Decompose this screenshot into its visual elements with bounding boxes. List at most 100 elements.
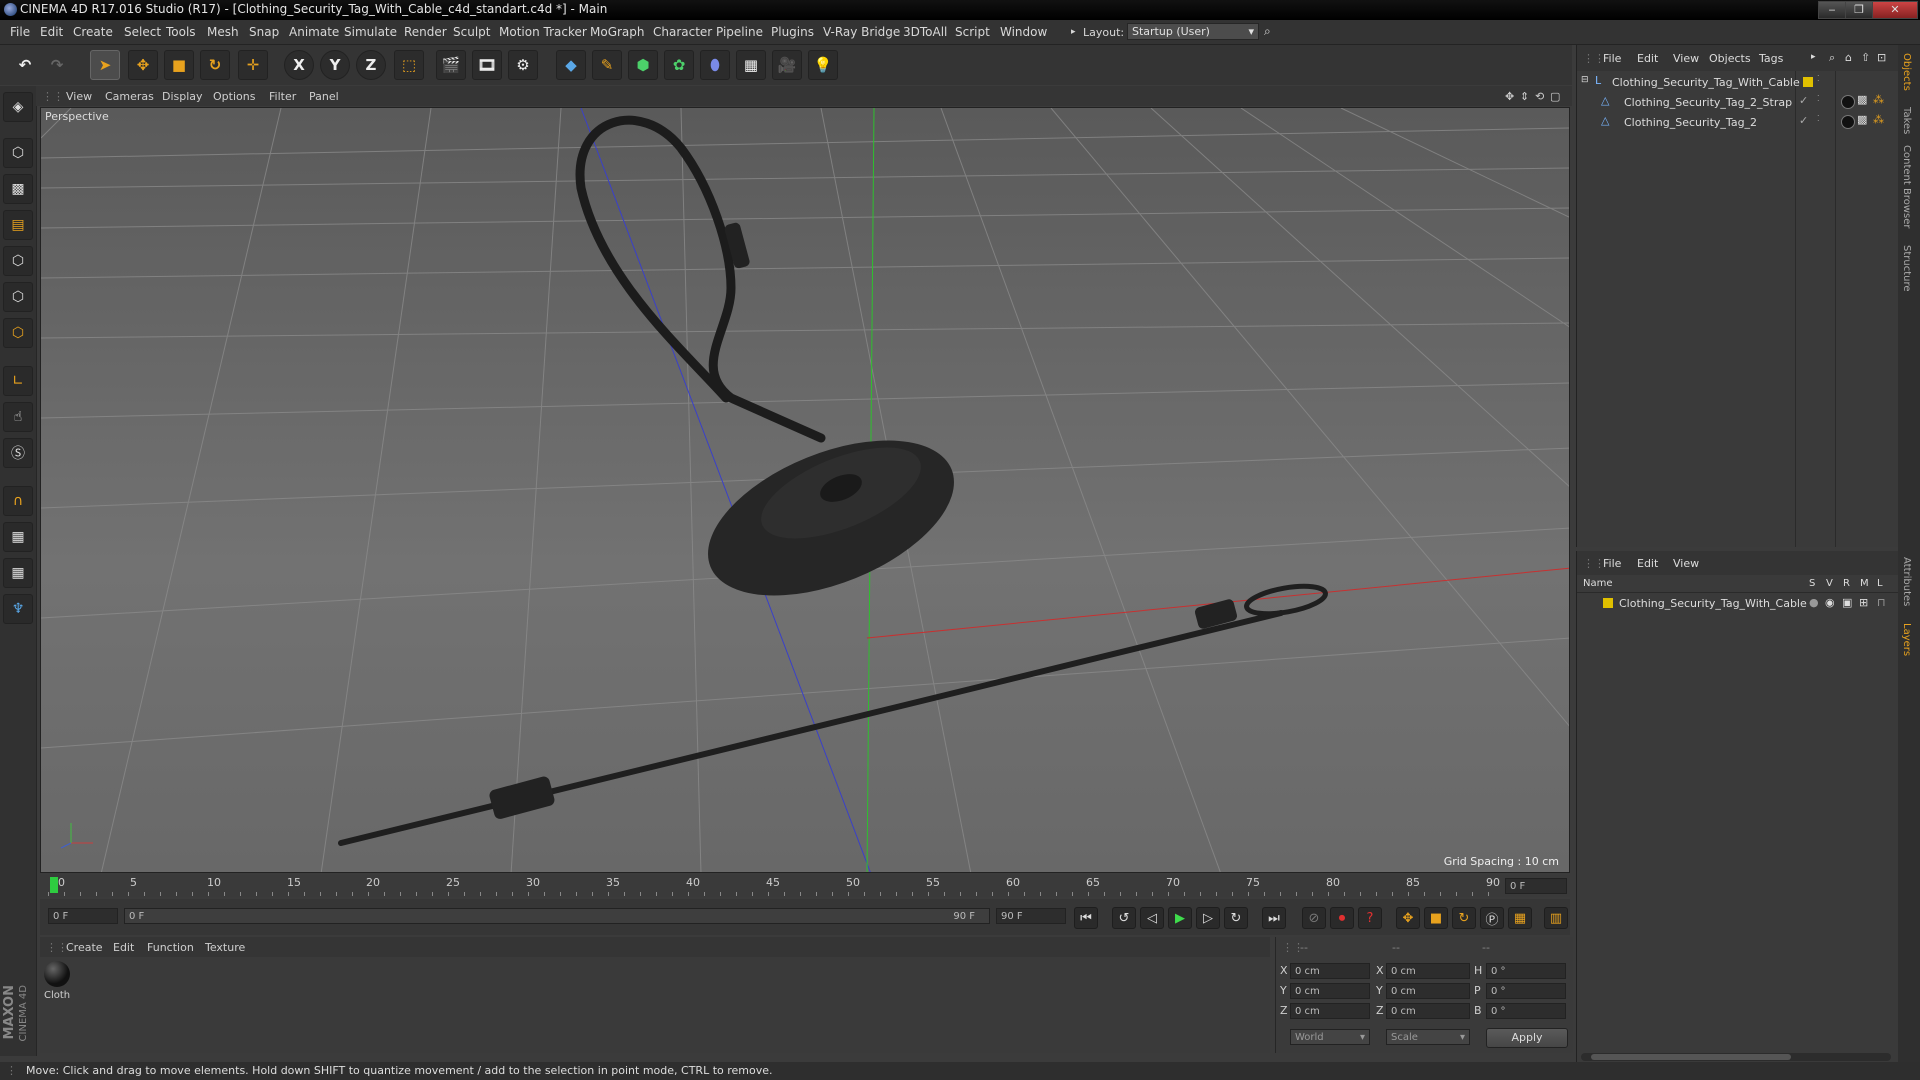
camera-icon[interactable]: 🎥 [772, 50, 802, 80]
move-tool-icon[interactable]: ✥ [128, 50, 158, 80]
layer-color-swatch[interactable] [1603, 598, 1613, 608]
maximize-view-icon[interactable]: ▢ [1550, 90, 1560, 103]
pan-view-icon[interactable]: ✥ [1505, 90, 1514, 103]
phong-tag-icon[interactable]: ⁂ [1873, 113, 1884, 126]
render-icon[interactable]: ▣ [1842, 596, 1852, 609]
coordinate-system-icon[interactable]: ⬚ [394, 50, 424, 80]
object-menu-objects[interactable]: Objects [1709, 52, 1751, 65]
rotation-p-field[interactable]: 0 ° [1486, 983, 1566, 999]
key-pla-icon[interactable]: ▦ [1508, 907, 1532, 929]
rotation-h-field[interactable]: 0 ° [1486, 963, 1566, 979]
menu-plugins[interactable]: Plugins [771, 25, 814, 39]
floor-scene-icon[interactable]: ▦ [736, 50, 766, 80]
layer-menu-edit[interactable]: Edit [1637, 557, 1658, 570]
viewport-menu-display[interactable]: Display [162, 90, 203, 103]
key-scale-icon[interactable]: ■ [1424, 907, 1448, 929]
object-menu-view[interactable]: View [1673, 52, 1699, 65]
play-icon[interactable]: ▶ [1168, 907, 1192, 929]
object-row[interactable]: ⊟ Ⅼ Clothing_Security_Tag_With_Cable ⁚ [1577, 73, 1899, 91]
material-menu-function[interactable]: Function [147, 941, 194, 954]
horizontal-scrollbar[interactable] [1581, 1053, 1891, 1061]
new-window-icon[interactable]: ⊡ [1877, 51, 1886, 64]
viewport-menu-options[interactable]: Options [213, 90, 255, 103]
go-to-end-icon[interactable]: ⏭ [1262, 907, 1286, 929]
object-menu-tags[interactable]: Tags [1759, 52, 1783, 65]
previous-frame-icon[interactable]: ◁ [1140, 907, 1164, 929]
collapse-icon[interactable]: ⊟ [1581, 75, 1589, 85]
key-rotation-icon[interactable]: ↻ [1452, 907, 1476, 929]
layer-menu-view[interactable]: View [1673, 557, 1699, 570]
viewport-menu-filter[interactable]: Filter [269, 90, 296, 103]
go-to-start-icon[interactable]: ⏮ [1074, 907, 1098, 929]
maximize-button[interactable]: ❐ [1845, 1, 1873, 19]
column-solo-header[interactable]: S [1809, 578, 1815, 589]
menu-overflow-arrow-icon[interactable]: ▸ [1811, 52, 1816, 62]
texture-mode-icon[interactable]: ▩ [3, 174, 33, 204]
snap-icon[interactable]: Ⓢ [3, 438, 33, 468]
material-menu-create[interactable]: Create [66, 941, 103, 954]
redo-icon[interactable]: ↷ [42, 50, 72, 80]
material-tag-icon[interactable] [1841, 95, 1855, 109]
size-z-field[interactable]: 0 cm [1386, 1003, 1470, 1019]
visibility-dots-icon[interactable]: ⁚ [1817, 74, 1820, 83]
x-axis-lock-button[interactable]: X [284, 50, 314, 80]
menu-mesh[interactable]: Mesh [207, 25, 239, 39]
subdivision-surface-icon[interactable]: ⬢ [628, 50, 658, 80]
playhead-marker[interactable] [50, 877, 58, 893]
layout-select[interactable]: Startup (User) ▾ [1127, 23, 1259, 40]
manager-icon[interactable]: ⊞ [1859, 596, 1868, 609]
menu-tools[interactable]: Tools [166, 25, 196, 39]
model-mode-icon[interactable]: ⬡ [3, 138, 33, 168]
menu-script[interactable]: Script [955, 25, 990, 39]
render-settings-icon[interactable]: ⚙ [508, 50, 538, 80]
menu-create[interactable]: Create [73, 25, 113, 39]
menu-select[interactable]: Select [124, 25, 161, 39]
menu-mograph[interactable]: MoGraph [590, 25, 645, 39]
magnet-icon[interactable]: ∩ [3, 486, 33, 516]
view-eye-icon[interactable]: ◉ [1825, 596, 1835, 609]
perspective-viewport[interactable]: Perspective Grid Spacing : 10 cm [40, 107, 1570, 873]
tab-takes[interactable]: Takes [1901, 107, 1912, 134]
tweak-mode-icon[interactable]: ☝ [3, 402, 33, 432]
polygons-mode-icon[interactable]: ⬡ [3, 318, 33, 348]
menu-file[interactable]: File [10, 25, 30, 39]
python-icon[interactable]: ♆ [3, 594, 33, 624]
menu-simulate[interactable]: Simulate [344, 25, 397, 39]
workplane-icon[interactable]: ▤ [3, 210, 33, 240]
key-parameter-icon[interactable]: Ⓟ [1480, 907, 1504, 929]
menu-edit[interactable]: Edit [40, 25, 63, 39]
object-menu-file[interactable]: File [1603, 52, 1621, 65]
phong-tag-icon[interactable]: ⁂ [1873, 93, 1884, 106]
menu-animate[interactable]: Animate [289, 25, 339, 39]
timeline-window-icon[interactable]: ▥ [1544, 907, 1568, 929]
layer-menu-file[interactable]: File [1603, 557, 1621, 570]
menu-3dtoall[interactable]: 3DToAll [903, 25, 947, 39]
menu-motion-tracker[interactable]: Motion Tracker [499, 25, 587, 39]
current-frame-field[interactable]: 0 F [1505, 878, 1567, 894]
menu-vray-bridge[interactable]: V-Ray Bridge [823, 25, 900, 39]
y-axis-lock-button[interactable]: Y [320, 50, 350, 80]
auto-keying-icon[interactable]: ? [1358, 907, 1382, 929]
points-mode-icon[interactable]: ⬡ [3, 246, 33, 276]
viewport-menu-panel[interactable]: Panel [309, 90, 339, 103]
solo-dot-icon[interactable]: ● [1809, 596, 1819, 609]
texture-tag-icon[interactable]: ▩ [1857, 93, 1867, 106]
coordinate-mode-select[interactable]: World ▾ [1290, 1029, 1370, 1045]
render-view-icon[interactable]: 🎬 [436, 50, 466, 80]
minimize-button[interactable]: ‒ [1818, 1, 1846, 19]
render-picture-viewer-icon[interactable]: 🎞 [472, 50, 502, 80]
visibility-dots-icon[interactable]: ⁚ [1817, 94, 1820, 103]
edges-mode-icon[interactable]: ⬡ [3, 282, 33, 312]
live-selection-icon[interactable]: ✛ [238, 50, 268, 80]
viewport-menu-view[interactable]: View [66, 90, 92, 103]
z-axis-lock-button[interactable]: Z [356, 50, 386, 80]
key-position-icon[interactable]: ✥ [1396, 907, 1420, 929]
deformer-icon[interactable]: ⬮ [700, 50, 730, 80]
visibility-dots-icon[interactable]: ⁚ [1817, 114, 1820, 123]
up-arrow-icon[interactable]: ⇧ [1861, 51, 1870, 64]
size-y-field[interactable]: 0 cm [1386, 983, 1470, 999]
position-x-field[interactable]: 0 cm [1290, 963, 1370, 979]
light-icon[interactable]: 💡 [808, 50, 838, 80]
object-row[interactable]: △ Clothing_Security_Tag_2 ✓ ⁚ ▩ ⁂ [1577, 113, 1899, 131]
home-icon[interactable]: ⌂ [1845, 51, 1852, 64]
